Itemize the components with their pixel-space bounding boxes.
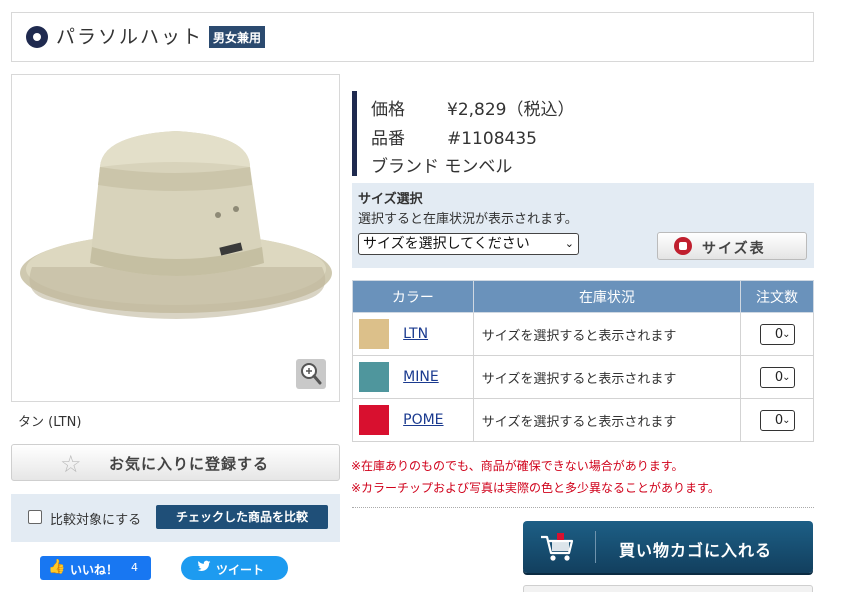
- product-title: パラソルハット: [56, 26, 204, 48]
- sku-row: 品番 #1108435: [371, 124, 537, 149]
- chevron-down-icon: ⌄: [564, 237, 574, 250]
- size-selection-panel: サイズ選択 選択すると在庫状況が表示されます。 サイズを選択してください ⌄ サ…: [352, 183, 814, 268]
- add-to-cart-button[interactable]: 買い物カゴに入れる: [523, 521, 813, 573]
- hat-image: [20, 131, 332, 319]
- qty-select[interactable]: 0 ⌄: [759, 323, 795, 345]
- header-color: カラー: [352, 280, 474, 313]
- brand-row: ブランド モンベル: [371, 152, 512, 177]
- sku-label: 品番: [371, 129, 405, 149]
- stock-status: サイズを選択すると表示されます: [472, 398, 742, 442]
- stock-table-header: カラー 在庫状況 注文数: [352, 280, 814, 313]
- stock-table: カラー 在庫状況 注文数 LTN サイズを選択すると表示されます 0 ⌄ MINE…: [352, 280, 814, 442]
- chevron-down-icon: ⌄: [782, 328, 791, 340]
- color-swatch[interactable]: [359, 319, 389, 349]
- stock-status: サイズを選択すると表示されます: [472, 355, 742, 399]
- size-select[interactable]: サイズを選択してください ⌄: [358, 233, 579, 255]
- star-outline-icon: ☆: [60, 450, 82, 478]
- header-stock: 在庫状況: [472, 280, 742, 313]
- secondary-button[interactable]: [523, 585, 813, 592]
- price-label: 価格: [371, 100, 405, 120]
- color-swatch[interactable]: [359, 405, 389, 435]
- qty-select[interactable]: 0 ⌄: [759, 409, 795, 431]
- qty-cell: 0 ⌄: [740, 355, 814, 399]
- compare-panel: 比較対象にする チェックした商品を比較: [11, 494, 340, 542]
- facebook-like-button[interactable]: 👍 いいね！ 4: [40, 556, 151, 580]
- chevron-down-icon: ⌄: [782, 414, 791, 426]
- add-to-favorites-button[interactable]: ☆ お気に入りに登録する: [11, 444, 340, 481]
- divider: [352, 507, 814, 508]
- size-title: サイズ選択: [358, 192, 423, 207]
- compare-checkbox[interactable]: [28, 510, 42, 524]
- color-link[interactable]: POME: [403, 412, 443, 428]
- price-row: 価格 ¥2,829（税込）: [371, 95, 574, 120]
- chevron-down-icon: ⌄: [782, 371, 791, 383]
- stock-note: ※在庫ありのものでも、商品が確保できない場合があります。: [351, 459, 684, 473]
- qty-select[interactable]: 0 ⌄: [759, 366, 795, 388]
- tweet-button[interactable]: ツイート: [181, 556, 288, 580]
- color-note: ※カラーチップおよび写真は実際の色と多少異なることがあります。: [351, 481, 720, 495]
- brand-value: モンベル: [444, 157, 513, 177]
- like-label: いいね！: [70, 563, 119, 577]
- size-description: 選択すると在庫状況が表示されます。: [358, 212, 578, 227]
- table-row: LTN サイズを選択すると表示されます 0 ⌄: [352, 312, 814, 356]
- image-color-caption: タン (LTN): [18, 415, 82, 430]
- compare-checkbox-label: 比較対象にする: [50, 513, 142, 528]
- price-value: ¥2,829（税込）: [447, 100, 575, 120]
- qty-cell: 0 ⌄: [740, 398, 814, 442]
- favorites-label: お気に入りに登録する: [109, 455, 270, 473]
- size-chart-label: サイズ表: [702, 241, 766, 257]
- tweet-label: ツイート: [216, 563, 265, 577]
- stock-status: サイズを選択すると表示されます: [472, 312, 742, 356]
- color-cell: MINE: [352, 355, 474, 399]
- color-swatch[interactable]: [359, 362, 389, 392]
- table-row: POME サイズを選択すると表示されます 0 ⌄: [352, 398, 814, 442]
- header-qty: 注文数: [740, 280, 814, 313]
- tshirt-icon: [674, 237, 692, 255]
- unisex-badge: 男女兼用: [209, 26, 266, 48]
- brand-label: ブランド: [371, 157, 439, 177]
- qty-cell: 0 ⌄: [740, 312, 814, 356]
- zoom-in-icon[interactable]: [296, 359, 326, 389]
- product-info: 価格 ¥2,829（税込） 品番 #1108435 ブランド モンベル: [352, 91, 652, 177]
- thumbs-up-icon: 👍: [48, 559, 66, 575]
- twitter-bird-icon: [197, 559, 211, 577]
- product-image[interactable]: [11, 74, 340, 402]
- size-chart-button[interactable]: サイズ表: [657, 232, 807, 260]
- sku-value: #1108435: [447, 129, 537, 149]
- color-link[interactable]: MINE: [403, 369, 439, 385]
- color-cell: POME: [352, 398, 474, 442]
- add-to-cart-label: 買い物カゴに入れる: [619, 541, 773, 560]
- compare-checked-button[interactable]: チェックした商品を比較: [156, 505, 328, 529]
- title-bullet-icon: [26, 26, 48, 48]
- size-select-value: サイズを選択してください: [363, 236, 530, 252]
- table-row: MINE サイズを選択すると表示されます 0 ⌄: [352, 355, 814, 399]
- color-cell: LTN: [352, 312, 474, 356]
- shopping-cart-icon: [539, 531, 575, 563]
- cart-divider: [595, 531, 596, 563]
- product-title-bar: パラソルハット 男女兼用: [11, 12, 814, 62]
- like-count: 4: [131, 561, 138, 574]
- color-link[interactable]: LTN: [403, 326, 428, 342]
